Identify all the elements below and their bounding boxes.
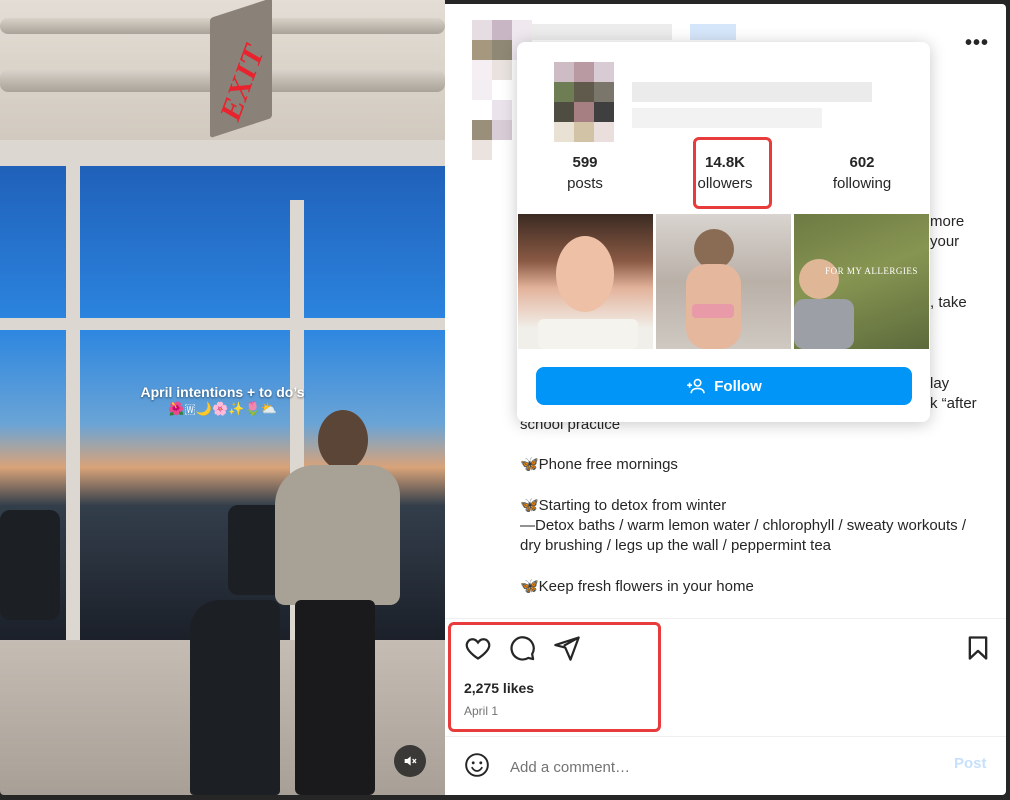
stat-posts-value: 599 (572, 154, 598, 171)
annotation-highlight (693, 137, 772, 209)
follow-label: Follow (714, 377, 762, 395)
muted-speaker-icon (404, 756, 417, 766)
caption-fragment: your (930, 233, 960, 250)
profile-thumbnail-2[interactable] (656, 214, 791, 349)
caption-line: 🦋Phone free mornings (520, 456, 678, 473)
window-mullion (66, 160, 80, 640)
add-person-icon (687, 378, 706, 394)
annotation-highlight (448, 622, 661, 732)
caption-fragment: more (930, 213, 965, 230)
stat-following-label: following (832, 175, 892, 192)
stat-following[interactable]: 602 following (802, 154, 922, 192)
caption-line: 🦋Keep fresh flowers in your home (520, 578, 754, 595)
emoji-icon[interactable] (464, 752, 490, 778)
caption-fragment: , take (930, 294, 967, 311)
thumbnail-overlay-text: FOR MY ALLERGIES (825, 266, 918, 276)
caption-line: —Detox baths / warm lemon water / chloro… (520, 517, 967, 534)
divider (445, 618, 1006, 619)
person-head (318, 410, 368, 470)
stat-posts[interactable]: 599 posts (525, 154, 645, 192)
profile-hover-card: 599 posts 14.8K ollowers 602 following F… (517, 42, 930, 422)
video-overlay-title: April intentions + to do’s (140, 384, 305, 400)
caption-line: dry brushing / legs up the wall / pepper… (520, 537, 832, 554)
post-button[interactable]: Post (954, 755, 987, 772)
caption-line: 🦋Starting to detox from winter (520, 497, 727, 514)
person-sweater (275, 465, 400, 605)
more-options-icon[interactable]: ••• (965, 32, 989, 55)
profile-thumbnail-1[interactable] (518, 214, 653, 349)
follow-button[interactable]: Follow (536, 367, 912, 405)
stat-posts-label: posts (567, 175, 603, 192)
treadmill-left (0, 510, 60, 620)
treadmill-rail (190, 600, 280, 795)
mute-button[interactable] (394, 745, 426, 777)
person-legs (295, 600, 375, 795)
profile-thumbnail-3[interactable]: FOR MY ALLERGIES (794, 214, 929, 349)
stat-following-value: 602 (849, 154, 875, 171)
divider (445, 736, 1006, 737)
window-transom (0, 318, 445, 330)
caption-fragment: lay (930, 375, 950, 392)
comment-input[interactable] (508, 755, 932, 779)
video-overlay-emoji: 🌺🇼🌙🌸✨🌷⛅ (168, 401, 277, 416)
caption-fragment: k “after (930, 395, 977, 412)
post-media[interactable]: EXIT April intentions + to do’s 🌺🇼🌙🌸✨🌷⛅ (0, 0, 445, 795)
bookmark-icon[interactable] (964, 634, 992, 662)
